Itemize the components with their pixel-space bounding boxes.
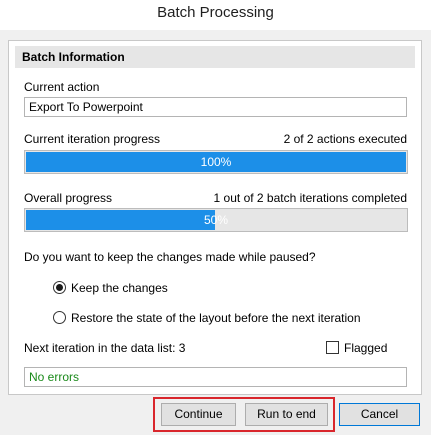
highlight-box: [153, 397, 335, 432]
next-iteration-label: Next iteration in the data list: 3: [24, 341, 186, 355]
keep-changes-radio[interactable]: [53, 281, 66, 294]
restore-state-radio[interactable]: [53, 311, 66, 324]
cancel-button[interactable]: Cancel: [339, 403, 420, 426]
current-action-label: Current action: [24, 80, 100, 94]
dialog-body: Batch Information Current action Export …: [0, 30, 431, 435]
overall-progress-label: Overall progress: [24, 191, 113, 205]
iteration-progress-label: Current iteration progress: [24, 132, 161, 146]
window-title: Batch Processing: [0, 0, 431, 30]
flagged-label[interactable]: Flagged: [344, 341, 387, 355]
iteration-progress-percent: 100%: [200, 155, 232, 169]
group-header: Batch Information: [15, 46, 415, 68]
keep-changes-question: Do you want to keep the changes made whi…: [24, 250, 316, 264]
overall-progress-bar: 50%: [24, 208, 408, 232]
errors-field: No errors: [24, 367, 407, 387]
keep-changes-label[interactable]: Keep the changes: [71, 281, 168, 295]
iteration-progress-bar: 100%: [24, 150, 408, 174]
overall-progress-percent: 50%: [203, 213, 229, 227]
iteration-progress-status: 2 of 2 actions executed: [283, 132, 407, 146]
batch-information-group: Batch Information Current action Export …: [8, 40, 422, 395]
restore-state-label[interactable]: Restore the state of the layout before t…: [71, 311, 361, 325]
flagged-checkbox[interactable]: [326, 341, 339, 354]
radio-selected-dot: [56, 284, 63, 291]
overall-progress-status: 1 out of 2 batch iterations completed: [213, 191, 407, 205]
current-action-field: Export To Powerpoint: [24, 97, 407, 117]
